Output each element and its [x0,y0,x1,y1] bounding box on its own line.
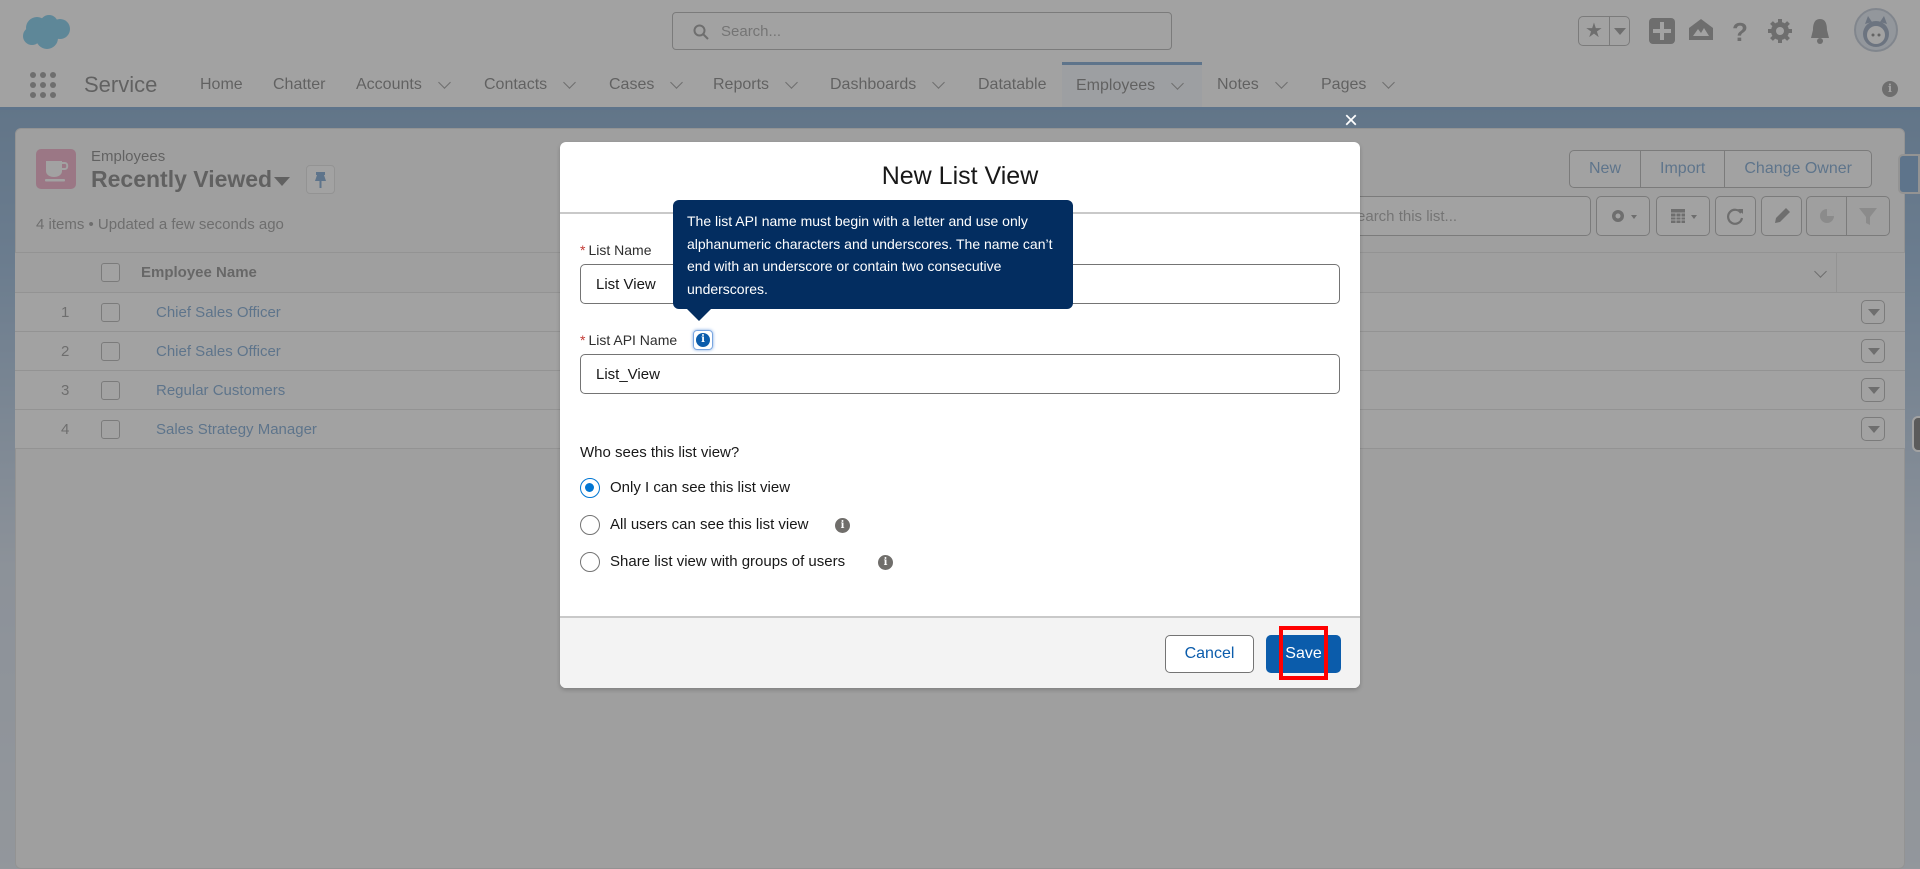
info-icon: i [696,333,710,347]
input-value: List View [596,276,656,293]
api-name-help-button[interactable]: i [693,330,713,350]
salesforce-app: Search... ★ ? Service Home Chatter Accou… [0,0,1920,869]
radio-share-groups[interactable] [580,552,600,572]
label-text: List Name [588,242,652,258]
list-name-label: * List Name [580,242,651,258]
cancel-button[interactable]: Cancel [1165,635,1254,673]
radio-only-me[interactable] [580,478,600,498]
required-mark: * [580,242,586,258]
modal-footer: Cancel Save [560,616,1360,688]
api-name-help-tooltip: The list API name must begin with a lett… [673,200,1073,321]
radio-label[interactable]: Share list view with groups of users [610,553,845,570]
modal-title: New List View [881,162,1039,190]
radio-all-users[interactable] [580,515,600,535]
list-api-name-input[interactable]: List_View [580,354,1340,394]
list-api-name-label: * List API Name [580,332,677,348]
info-icon[interactable]: i [878,555,893,570]
visibility-question: Who sees this list view? [580,444,740,461]
save-highlight-box [1279,626,1328,680]
radio-label[interactable]: Only I can see this list view [610,479,790,496]
label-text: List API Name [588,332,678,348]
radio-label[interactable]: All users can see this list view [610,516,808,533]
input-value: List_View [596,366,660,383]
close-modal-icon[interactable]: × [1340,109,1362,133]
info-icon[interactable]: i [835,518,850,533]
required-mark: * [580,332,586,348]
